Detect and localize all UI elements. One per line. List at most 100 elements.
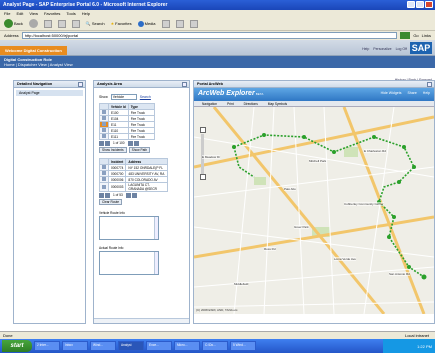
map-label: Palo Alto bbox=[284, 187, 296, 191]
share-link[interactable]: Share bbox=[407, 91, 416, 95]
window-title: Analyst Page - SAP Enterprise Portal 6.0… bbox=[3, 2, 168, 8]
address-input[interactable]: http://localhost:50000/irj/portal bbox=[21, 32, 398, 39]
clear-route-button[interactable]: Clear Route bbox=[99, 199, 123, 205]
row-select-icon bbox=[102, 128, 106, 132]
taskbar-button[interactable]: Analyst bbox=[118, 341, 144, 351]
taskbar-button[interactable]: Micro... bbox=[174, 341, 200, 351]
favorites-button[interactable]: ★ Favorites bbox=[111, 21, 132, 26]
prev-page-icon[interactable] bbox=[105, 141, 110, 146]
show-incidents-button[interactable]: Show Incidents bbox=[99, 147, 127, 153]
refresh-icon[interactable] bbox=[57, 19, 66, 28]
history-icon[interactable] bbox=[161, 19, 170, 28]
search-link[interactable]: Search bbox=[140, 95, 151, 99]
menu-view[interactable]: View bbox=[29, 11, 38, 16]
help-link[interactable]: Help bbox=[362, 47, 369, 51]
taskbar-button[interactable]: Wind... bbox=[90, 341, 116, 351]
zoom-slider[interactable] bbox=[201, 134, 204, 174]
security-zone: Local intranet bbox=[404, 333, 429, 338]
zoom-in-icon[interactable] bbox=[200, 127, 206, 133]
first-page-icon[interactable] bbox=[99, 193, 104, 198]
status-text: Done bbox=[3, 333, 13, 338]
media-button[interactable]: Media bbox=[137, 20, 156, 27]
zoom-out-icon[interactable] bbox=[200, 174, 206, 180]
panel-menu-icon[interactable] bbox=[182, 82, 187, 87]
hide-widgets-link[interactable]: Hide Widgets bbox=[381, 91, 402, 95]
panel-header: Detailed Navigation bbox=[14, 81, 85, 88]
nav-item-analyst-page[interactable]: Analyst Page bbox=[16, 90, 83, 96]
start-button[interactable]: start bbox=[2, 340, 32, 352]
table-row[interactable]: E111 Fire Truck bbox=[99, 133, 155, 140]
map-view[interactable]: E Meadow Dr Mitchell Park Palo Alto Gree… bbox=[194, 107, 434, 314]
last-page-icon[interactable] bbox=[133, 141, 139, 146]
last-page-icon[interactable] bbox=[131, 193, 137, 198]
menu-file[interactable]: File bbox=[4, 11, 10, 16]
breadcrumb-path[interactable]: Home | Dispatcher View | Analyst View bbox=[4, 62, 431, 67]
panel-menu-icon[interactable] bbox=[427, 82, 432, 87]
scrollbar[interactable] bbox=[154, 252, 158, 274]
taskbar-button[interactable]: 2 Inter... bbox=[34, 341, 60, 351]
menu-bar: File Edit View Favorites Tools Help bbox=[0, 10, 435, 17]
browser-toolbar: Back 🔍 Search ★ Favorites Media bbox=[0, 17, 435, 31]
map-copyright: (C) 2008 ESRI, AND, TANA etc. bbox=[196, 308, 239, 312]
mail-icon[interactable] bbox=[175, 19, 184, 28]
next-page-icon[interactable] bbox=[127, 141, 133, 146]
welcome-banner: Welcome Digital Construction bbox=[0, 46, 67, 55]
row-select-icon bbox=[102, 177, 106, 181]
tab-print[interactable]: Print bbox=[227, 102, 234, 106]
horizontal-scrollbar[interactable] bbox=[94, 318, 189, 323]
row-select-icon bbox=[102, 171, 106, 175]
panel-menu-icon[interactable] bbox=[78, 82, 83, 87]
print-icon[interactable] bbox=[189, 19, 198, 28]
prev-page-icon[interactable] bbox=[105, 193, 110, 198]
search-icon: 🔍 bbox=[85, 21, 91, 26]
tab-directions[interactable]: Directions bbox=[244, 102, 258, 106]
go-button[interactable] bbox=[400, 32, 411, 39]
menu-favorites[interactable]: Favorites bbox=[44, 11, 60, 16]
next-page-icon[interactable] bbox=[125, 193, 131, 198]
row-select-icon bbox=[102, 110, 106, 114]
personalize-link[interactable]: Personalize bbox=[373, 47, 391, 51]
minimize-icon[interactable] bbox=[407, 1, 415, 8]
home-icon[interactable] bbox=[71, 19, 80, 28]
taskbar-button[interactable]: Exce... bbox=[146, 341, 172, 351]
vehicle-route-info-textarea[interactable] bbox=[99, 216, 159, 240]
scrollbar[interactable] bbox=[154, 217, 158, 239]
analysis-area-panel: Analysis Area Show Vehicle Search Vehicl… bbox=[93, 80, 190, 324]
incident-table: Incident Address 0000774 NY 152 ONRDALE(… bbox=[99, 158, 169, 192]
portal-header: Welcome Digital Construction Help Person… bbox=[0, 40, 435, 56]
media-icon bbox=[137, 20, 144, 27]
incident-pager: 1 of 53 bbox=[99, 193, 184, 198]
actual-route-info-textarea[interactable] bbox=[99, 251, 159, 275]
show-path-button[interactable]: Show Path bbox=[128, 147, 151, 153]
forward-arrow-icon[interactable] bbox=[28, 19, 38, 28]
search-button[interactable]: 🔍 Search bbox=[86, 21, 105, 26]
table-row[interactable]: 0000003 LAGUNITA CT-GRANADA @SECR bbox=[99, 182, 169, 192]
maximize-icon[interactable] bbox=[416, 1, 424, 8]
taskbar-button[interactable]: C:\Do... bbox=[202, 341, 228, 351]
tab-navigation[interactable]: Navigation bbox=[202, 102, 217, 106]
portal-arcweb-panel: Portal ArcWeb ArcWeb Explorer BETA Hide … bbox=[193, 80, 435, 324]
address-bar: Address http://localhost:50000/irj/porta… bbox=[0, 31, 435, 40]
breadcrumb: Digital Construction Role Home | Dispatc… bbox=[0, 56, 435, 68]
taskbar: start 2 Inter... Inbox Wind... Analyst E… bbox=[0, 339, 435, 353]
map-label: E Meadow Dr bbox=[202, 155, 221, 159]
menu-help[interactable]: Help bbox=[82, 11, 90, 16]
taskbar-button[interactable]: Inbox bbox=[62, 341, 88, 351]
page-indicator: 1 of 100 bbox=[113, 141, 125, 145]
close-icon[interactable] bbox=[425, 1, 433, 8]
map-label: Ross Rd bbox=[264, 247, 276, 251]
nav-item-label: Analyst Page bbox=[19, 91, 40, 95]
menu-edit[interactable]: Edit bbox=[16, 11, 23, 16]
page-indicator: 1 of 53 bbox=[113, 193, 123, 197]
show-select[interactable]: Vehicle bbox=[110, 94, 137, 100]
back-button[interactable]: Back bbox=[4, 19, 23, 28]
links-button[interactable]: Links bbox=[422, 33, 431, 38]
help-link[interactable]: Help bbox=[423, 91, 430, 95]
logoff-link[interactable]: Log Off bbox=[396, 47, 407, 51]
stop-icon[interactable] bbox=[43, 19, 52, 28]
menu-tools[interactable]: Tools bbox=[66, 11, 75, 16]
taskbar-button[interactable]: 5 Wind... bbox=[230, 341, 256, 351]
tab-map-symbols[interactable]: Map Symbols bbox=[268, 102, 287, 106]
first-page-icon[interactable] bbox=[99, 141, 104, 146]
system-tray: 1:22 PM bbox=[383, 339, 435, 353]
